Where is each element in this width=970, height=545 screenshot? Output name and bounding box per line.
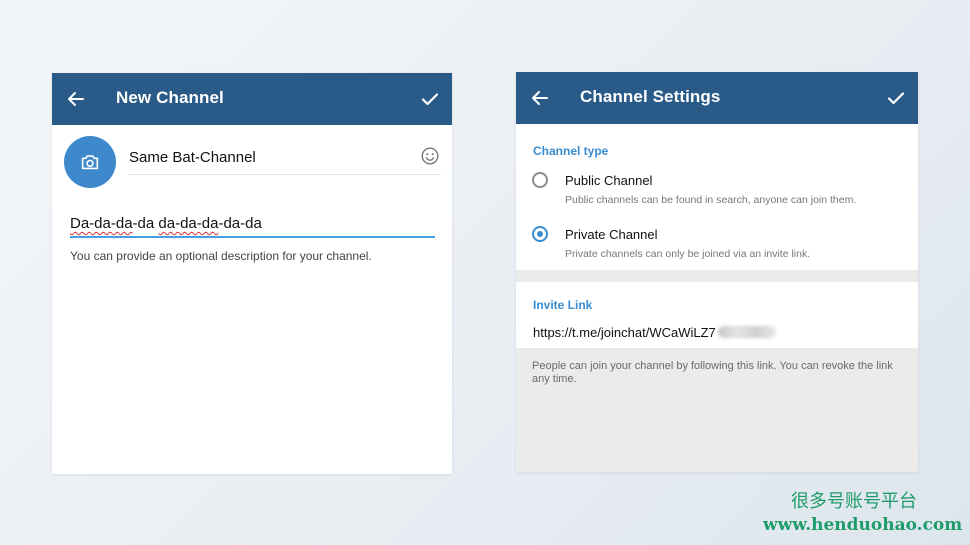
description-hint: You can provide an optional description … [70, 249, 372, 263]
private-channel-radio[interactable] [532, 226, 548, 242]
invite-link-section: Invite Link https://t.me/joinchat/WCaWiL… [516, 282, 918, 348]
camera-icon [81, 155, 99, 170]
public-channel-label[interactable]: Public Channel [565, 173, 652, 188]
channel-description-input[interactable]: Da-da-da-da da-da-da-da-da [70, 215, 262, 232]
watermark-title: 很多号账号平台 [791, 491, 917, 512]
misspelled-word: da-da-da [158, 215, 219, 232]
channel-name-input[interactable]: Same Bat-Channel [129, 149, 439, 166]
description-text: -da [132, 215, 159, 232]
channel-type-section: Channel type Public Channel Public chann… [516, 124, 918, 270]
misspelled-word: Da-da-da [70, 215, 133, 232]
channel-settings-app-bar: Channel Settings [516, 72, 918, 125]
channel-type-header: Channel type [533, 144, 609, 158]
back-arrow-icon[interactable] [528, 86, 552, 110]
public-channel-description: Public channels can be found in search, … [565, 194, 857, 206]
back-arrow-icon[interactable] [64, 87, 88, 111]
description-text: -da-da [218, 215, 262, 232]
private-channel-description: Private channels can only be joined via … [565, 248, 811, 260]
check-icon[interactable] [418, 87, 442, 111]
private-channel-label[interactable]: Private Channel [565, 227, 658, 242]
invite-link-text: https://t.me/joinchat/WCaWiLZ7 [533, 325, 716, 340]
channel-photo-button[interactable] [64, 136, 116, 188]
page-title: New Channel [116, 88, 224, 107]
new-channel-app-bar: New Channel [52, 73, 452, 125]
invite-link-header: Invite Link [533, 298, 593, 312]
watermark-url: www.henduohao.com [763, 515, 963, 535]
channel-name-underline [129, 174, 441, 175]
redacted-link-suffix [717, 326, 776, 338]
emoji-icon[interactable] [419, 145, 441, 167]
page-title: Channel Settings [580, 87, 721, 106]
channel-settings-screen: Channel Settings Channel type Public Cha… [516, 72, 918, 472]
invite-link-value[interactable]: https://t.me/joinchat/WCaWiLZ7 [533, 325, 776, 340]
invite-link-hint: People can join your channel by followin… [532, 360, 893, 385]
description-underline-focused [70, 236, 435, 238]
public-channel-radio[interactable] [532, 172, 548, 188]
new-channel-screen: New Channel Same Bat-Channel Da-da-da-da… [52, 73, 452, 474]
check-icon[interactable] [884, 86, 908, 110]
